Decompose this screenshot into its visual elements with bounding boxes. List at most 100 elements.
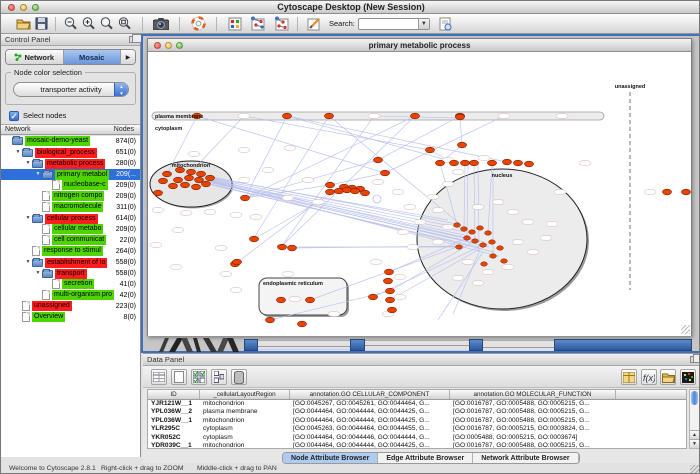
- tree-row-label[interactable]: unassigned: [32, 301, 72, 311]
- layout-network-button[interactable]: [248, 15, 266, 33]
- network-node[interactable]: [326, 189, 335, 195]
- scroll-down-arrow[interactable]: ▼: [690, 439, 699, 448]
- network-node[interactable]: [335, 188, 344, 194]
- table-scrollbar[interactable]: ▲ ▼: [689, 389, 700, 449]
- network-node[interactable]: [490, 254, 497, 258]
- network-node[interactable]: [361, 190, 370, 196]
- network-node[interactable]: [386, 297, 395, 303]
- table-cell[interactable]: [GO:0016787, GO:0005488, GO:0005215, G..…: [450, 417, 616, 425]
- network-node[interactable]: [488, 160, 497, 166]
- tree-row-label[interactable]: metabolic process: [45, 159, 105, 169]
- attribute-editor-button[interactable]: [621, 369, 637, 385]
- network-node[interactable]: [385, 269, 394, 275]
- table-cell[interactable]: [GO:0045263, GO:0044464, GO:0044455, G..…: [290, 425, 450, 433]
- tree-row-label[interactable]: secretion: [62, 279, 94, 289]
- background-window-fragment[interactable]: [469, 339, 483, 351]
- network-window[interactable]: primary metabolic process plasma membran…: [147, 38, 692, 336]
- table-cell[interactable]: YJR121W__1: [148, 400, 200, 408]
- tab-network-attribute-browser[interactable]: Network Attribute Browser: [473, 453, 578, 463]
- select-nodes-checkbox[interactable]: ✓: [9, 111, 19, 121]
- network-node[interactable]: [381, 170, 390, 176]
- background-window-fragment[interactable]: [554, 339, 692, 351]
- network-node[interactable]: [450, 160, 459, 166]
- network-node[interactable]: [369, 294, 378, 300]
- network-node[interactable]: [384, 278, 393, 284]
- table-row[interactable]: YPL036W__2plasma membrane[GO:0044464, GO…: [148, 408, 687, 416]
- tree-row-label[interactable]: nucleobase-c: [62, 180, 108, 190]
- tree-expander-icon[interactable]: ▼: [34, 268, 42, 279]
- table-cell[interactable]: [GO:0044464, GO:0044446, GO:0044444, G..…: [290, 434, 450, 442]
- table-cell[interactable]: plasma membrane: [200, 408, 290, 416]
- table-row[interactable]: YKR052Ccytoplasm[GO:0044464, GO:0044446,…: [148, 434, 687, 442]
- tree-row[interactable]: ▼primary metabol209(...: [1, 169, 140, 180]
- network-node[interactable]: [169, 183, 178, 189]
- tab-mosaic[interactable]: Mosaic: [64, 50, 122, 64]
- table-row[interactable]: YPL036W__1mitochondrion[GO:0044464, GO:0…: [148, 417, 687, 425]
- tree-row-label[interactable]: transport: [55, 269, 87, 279]
- network-canvas[interactable]: plasma membranecytoplasmmitochondrionnuc…: [148, 52, 691, 336]
- node-color-dropdown[interactable]: transporter activity ▲▼: [13, 82, 129, 97]
- network-node[interactable]: [501, 259, 508, 263]
- network-node[interactable]: [514, 160, 523, 166]
- network-node[interactable]: [388, 307, 397, 313]
- tree-expander-icon[interactable]: ▼: [24, 158, 32, 169]
- delete-attribute-button[interactable]: [231, 369, 247, 385]
- network-node[interactable]: [326, 182, 335, 188]
- network-node[interactable]: [233, 259, 242, 265]
- network-node[interactable]: [472, 239, 479, 243]
- select-all-attributes-button[interactable]: [191, 369, 207, 385]
- tree-row-label[interactable]: nitrogen compo: [52, 191, 104, 201]
- tree-row-label[interactable]: primary metabol: [55, 170, 109, 180]
- network-node[interactable]: [181, 182, 190, 188]
- tree-row-label[interactable]: cellular metabo: [52, 224, 103, 234]
- tree-row[interactable]: macromolecule311(0): [1, 202, 140, 213]
- search-dropdown-arrow[interactable]: ▼: [418, 19, 429, 29]
- network-node[interactable]: [682, 189, 691, 195]
- table-cell[interactable]: [GO:0016787, GO:0005488, GO:0005215, G..…: [450, 408, 616, 416]
- network-node[interactable]: [497, 246, 504, 250]
- tree-row[interactable]: ▼cellular process614(0): [1, 213, 140, 224]
- tree-expander-icon[interactable]: ▼: [14, 147, 22, 158]
- tree-row[interactable]: cellular metabo209(0): [1, 224, 140, 235]
- table-cell[interactable]: [GO:0016787, GO:0005215, GO:0003824, G..…: [450, 425, 616, 433]
- zoom-in-button[interactable]: [79, 15, 97, 33]
- table-cell[interactable]: [GO:0045267, GO:0045261, GO:0044464, G..…: [290, 400, 450, 408]
- network-node[interactable]: [663, 189, 672, 195]
- network-node[interactable]: [197, 171, 206, 177]
- table-column-header[interactable]: _cellularLayoutRegion: [200, 390, 290, 400]
- network-node[interactable]: [159, 178, 168, 184]
- attribute-table[interactable]: ID_cellularLayoutRegionannotation.GO CEL…: [147, 389, 687, 449]
- network-node[interactable]: [477, 226, 484, 230]
- tree-row[interactable]: secretion41(0): [1, 279, 140, 290]
- table-column-header[interactable]: annotation.GO CELLULAR_COMPONENT: [290, 390, 450, 400]
- tree-row[interactable]: unassigned223(0): [1, 301, 140, 312]
- table-cell[interactable]: [GO:0044464, GO:0044444, GO:0044425, G..…: [290, 442, 450, 449]
- table-cell[interactable]: YLR295C: [148, 425, 200, 433]
- network-node[interactable]: [436, 160, 445, 166]
- tree-row-label[interactable]: Overview: [32, 312, 65, 322]
- network-node[interactable]: [343, 187, 352, 193]
- table-row[interactable]: YJR121W__1mitochondrion[GO:0045267, GO:0…: [148, 400, 687, 408]
- network-node[interactable]: [386, 288, 395, 294]
- tree-row[interactable]: ▼transport558(0): [1, 268, 140, 279]
- tree-expander-icon[interactable]: ▼: [34, 169, 42, 180]
- network-node[interactable]: [351, 188, 360, 194]
- tree-row[interactable]: response to stimul264(0): [1, 246, 140, 257]
- tree-expander-icon[interactable]: ▼: [24, 213, 32, 224]
- network-node[interactable]: [306, 297, 315, 303]
- table-cell[interactable]: YKR052C: [148, 434, 200, 442]
- tree-row[interactable]: ▼biological_process651(0): [1, 147, 140, 158]
- tree-row-label[interactable]: mosaic-demo-yeast: [25, 136, 90, 146]
- table-cell[interactable]: [GO:0005488, GO:0005215, GO:0003674]: [450, 434, 616, 442]
- tree-row[interactable]: nucleobase-c209(0): [1, 180, 140, 191]
- annotate-button[interactable]: [305, 15, 323, 33]
- network-node[interactable]: [185, 175, 194, 181]
- network-node[interactable]: [485, 231, 492, 235]
- tree-row-label[interactable]: establishment of lo: [45, 258, 107, 268]
- layout-plugin-button[interactable]: [272, 15, 290, 33]
- table-column-header[interactable]: annotation.GO MOLECULAR_FUNCTION: [450, 390, 616, 400]
- network-node[interactable]: [206, 175, 215, 181]
- save-button[interactable]: [32, 15, 50, 33]
- network-node[interactable]: [288, 245, 297, 251]
- network-node[interactable]: [154, 190, 163, 196]
